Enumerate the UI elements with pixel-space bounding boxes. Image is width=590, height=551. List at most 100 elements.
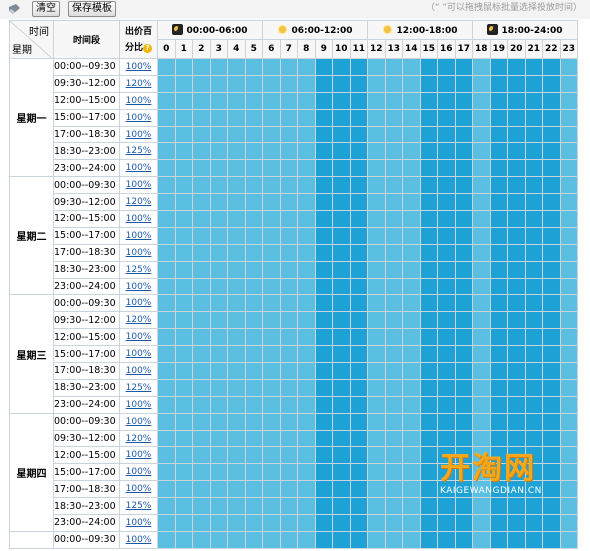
hour-cell[interactable] xyxy=(384,395,403,414)
hour-cell[interactable] xyxy=(332,159,351,178)
hour-cell[interactable] xyxy=(384,176,403,195)
hour-header[interactable]: 23 xyxy=(559,39,578,59)
hour-cell[interactable] xyxy=(227,362,246,380)
hour-cell[interactable] xyxy=(507,226,526,245)
hour-cell[interactable] xyxy=(489,142,508,161)
hour-cell[interactable] xyxy=(349,142,368,161)
hour-cell[interactable] xyxy=(332,58,351,76)
hour-cell[interactable] xyxy=(472,159,491,178)
hour-cell[interactable] xyxy=(262,446,281,465)
hour-cell[interactable] xyxy=(227,463,246,482)
hour-cell[interactable] xyxy=(542,514,561,532)
hour-header[interactable]: 0 xyxy=(157,39,176,59)
hour-cell[interactable] xyxy=(367,362,386,380)
hour-cell[interactable] xyxy=(349,345,368,364)
hour-cell[interactable] xyxy=(384,345,403,364)
hour-cell[interactable] xyxy=(157,58,176,76)
hour-cell[interactable] xyxy=(559,463,578,482)
hour-cell[interactable] xyxy=(192,412,211,431)
hour-cell[interactable] xyxy=(524,345,543,364)
hour-cell[interactable] xyxy=(157,260,176,279)
hour-cell[interactable] xyxy=(384,514,403,532)
hour-cell[interactable] xyxy=(279,463,298,482)
hour-cell[interactable] xyxy=(367,514,386,532)
hour-cell[interactable] xyxy=(454,412,473,431)
hour-cell[interactable] xyxy=(559,125,578,144)
hour-cell[interactable] xyxy=(367,530,386,549)
hour-cell[interactable] xyxy=(279,142,298,161)
hour-cell[interactable] xyxy=(209,294,228,313)
hour-cell[interactable] xyxy=(279,412,298,431)
hour-cell[interactable] xyxy=(559,497,578,516)
hour-cell[interactable] xyxy=(314,108,333,127)
hour-cell[interactable] xyxy=(279,193,298,212)
hour-cell[interactable] xyxy=(367,260,386,279)
hour-cell[interactable] xyxy=(472,74,491,93)
hour-cell[interactable] xyxy=(244,328,263,347)
hour-cell[interactable] xyxy=(174,463,193,482)
hour-cell[interactable] xyxy=(209,429,228,448)
hour-cell[interactable] xyxy=(227,74,246,93)
hour-cell[interactable] xyxy=(454,514,473,532)
hour-cell[interactable] xyxy=(332,497,351,516)
hour-cell[interactable] xyxy=(209,463,228,482)
percent-link[interactable]: 100% xyxy=(126,62,152,72)
hour-cell[interactable] xyxy=(489,412,508,431)
hour-cell[interactable] xyxy=(157,125,176,144)
hour-cell[interactable] xyxy=(314,260,333,279)
hour-cell[interactable] xyxy=(157,311,176,330)
hour-cell[interactable] xyxy=(192,294,211,313)
hour-cell[interactable] xyxy=(454,277,473,296)
hour-cell[interactable] xyxy=(157,446,176,465)
hour-cell[interactable] xyxy=(349,311,368,330)
hour-cell[interactable] xyxy=(262,277,281,296)
hour-cell[interactable] xyxy=(524,108,543,127)
hour-cell[interactable] xyxy=(454,429,473,448)
hour-cell[interactable] xyxy=(419,142,438,161)
hour-cell[interactable] xyxy=(559,530,578,549)
hour-cell[interactable] xyxy=(227,480,246,499)
hour-cell[interactable] xyxy=(227,514,246,532)
hour-cell[interactable] xyxy=(244,362,263,380)
hour-cell[interactable] xyxy=(367,446,386,465)
hour-cell[interactable] xyxy=(524,362,543,380)
hour-cell[interactable] xyxy=(349,159,368,178)
hour-cell[interactable] xyxy=(227,497,246,516)
hour-cell[interactable] xyxy=(454,142,473,161)
hour-cell[interactable] xyxy=(437,243,456,262)
day-cell[interactable]: 星期二 xyxy=(9,176,54,296)
hour-cell[interactable] xyxy=(332,142,351,161)
percent-link[interactable]: 100% xyxy=(126,180,152,190)
hour-header[interactable]: 7 xyxy=(279,39,298,59)
hour-cell[interactable] xyxy=(227,108,246,127)
hour-cell[interactable] xyxy=(559,193,578,212)
hour-cell[interactable] xyxy=(174,294,193,313)
hour-cell[interactable] xyxy=(542,446,561,465)
hour-cell[interactable] xyxy=(524,260,543,279)
hour-cell[interactable] xyxy=(384,91,403,110)
hour-cell[interactable] xyxy=(437,345,456,364)
hour-cell[interactable] xyxy=(279,429,298,448)
hour-cell[interactable] xyxy=(349,328,368,347)
hour-cell[interactable] xyxy=(332,446,351,465)
hour-cell[interactable] xyxy=(559,159,578,178)
hour-cell[interactable] xyxy=(297,210,316,228)
hour-cell[interactable] xyxy=(174,345,193,364)
hour-cell[interactable] xyxy=(489,311,508,330)
hour-cell[interactable] xyxy=(367,193,386,212)
hour-cell[interactable] xyxy=(227,176,246,195)
hour-cell[interactable] xyxy=(472,108,491,127)
hour-cell[interactable] xyxy=(559,210,578,228)
hour-cell[interactable] xyxy=(489,328,508,347)
hour-cell[interactable] xyxy=(489,226,508,245)
hour-cell[interactable] xyxy=(209,210,228,228)
hour-cell[interactable] xyxy=(437,226,456,245)
hour-cell[interactable] xyxy=(297,142,316,161)
hour-cell[interactable] xyxy=(472,497,491,516)
hour-cell[interactable] xyxy=(192,446,211,465)
hour-cell[interactable] xyxy=(524,74,543,93)
hour-cell[interactable] xyxy=(367,294,386,313)
hour-cell[interactable] xyxy=(402,91,421,110)
hour-cell[interactable] xyxy=(524,497,543,516)
hour-cell[interactable] xyxy=(332,362,351,380)
